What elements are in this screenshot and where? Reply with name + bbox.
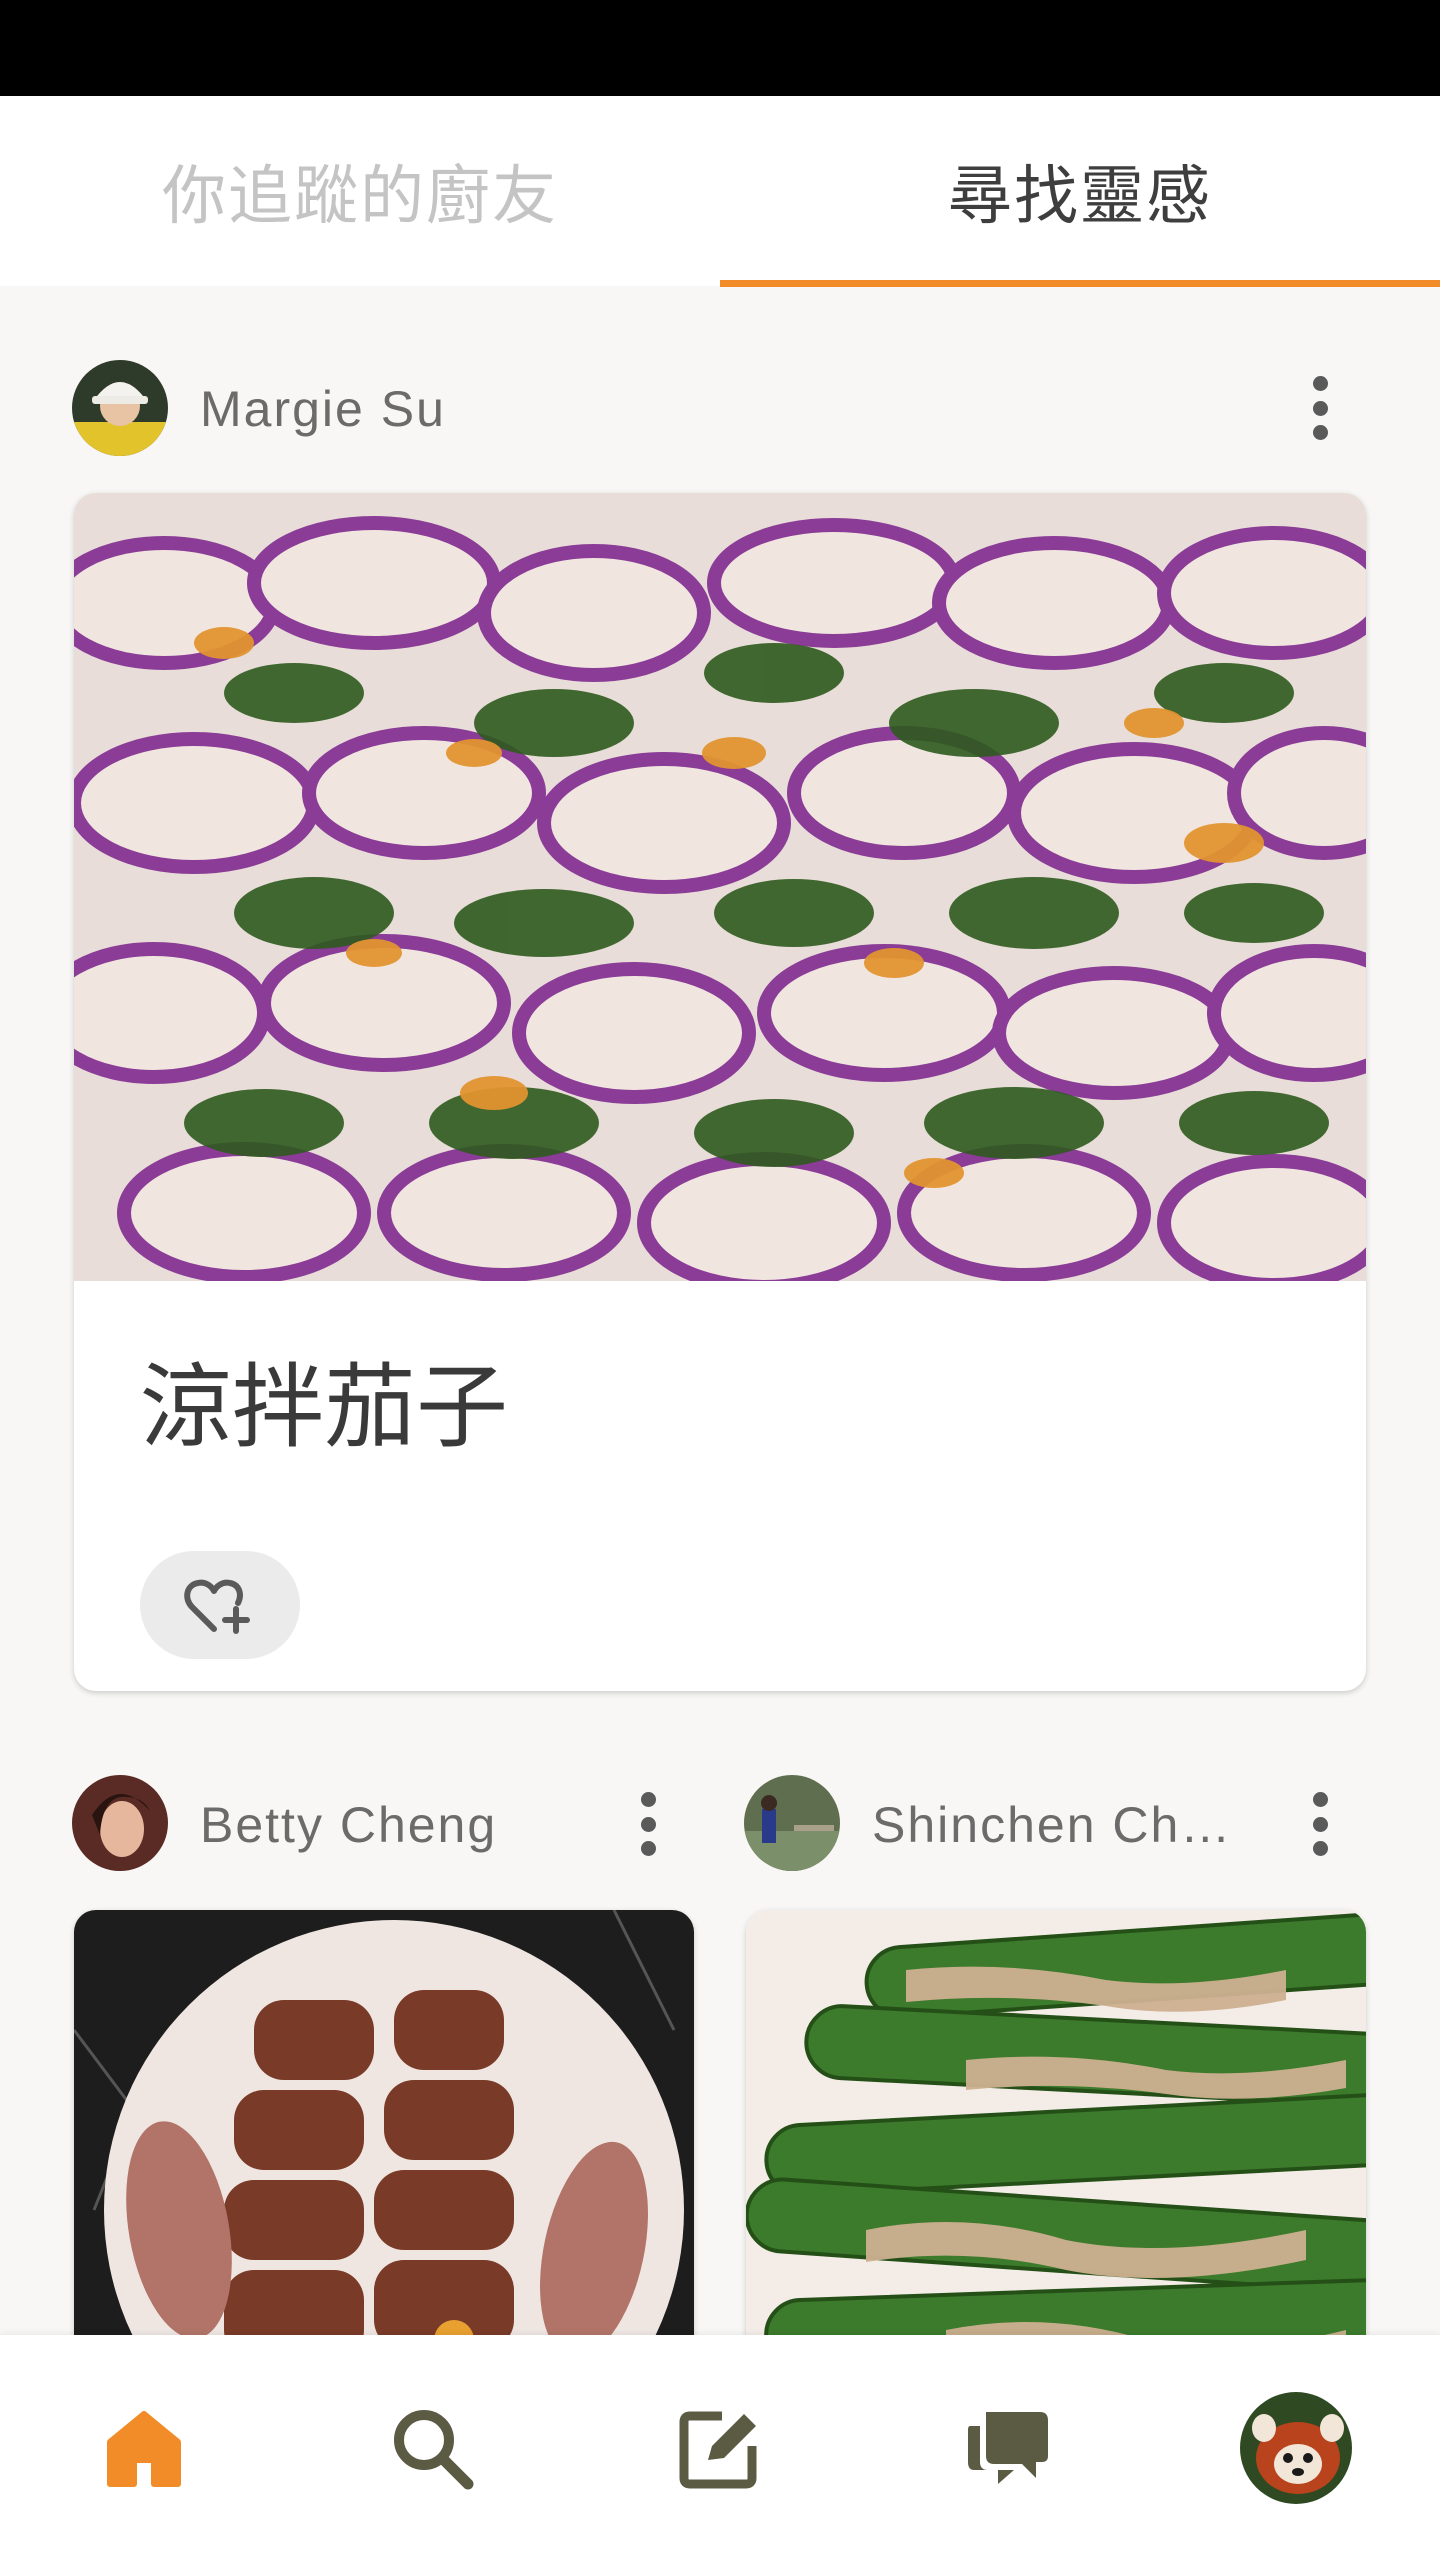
tab-bar: 你追蹤的廚友 尋找靈感	[0, 96, 1440, 286]
avatar[interactable]	[72, 1775, 168, 1871]
tab-indicator	[720, 280, 1440, 287]
bottom-navigation	[0, 2335, 1440, 2560]
author-name[interactable]: Shinchen Ch…	[872, 1796, 1232, 1854]
avatar[interactable]	[744, 1775, 840, 1871]
tab-following[interactable]: 你追蹤的廚友	[0, 96, 720, 286]
heart-plus-icon	[184, 1579, 250, 1634]
edit-icon	[679, 2411, 757, 2488]
nav-search[interactable]	[352, 2335, 512, 2560]
nav-messages[interactable]	[928, 2335, 1088, 2560]
recipe-photo	[74, 493, 1366, 1281]
tab-inspiration[interactable]: 尋找靈感	[720, 96, 1440, 286]
nav-home[interactable]	[64, 2335, 224, 2560]
author-name[interactable]: Margie Su	[200, 380, 446, 438]
save-recipe-button[interactable]	[140, 1551, 300, 1659]
author-name[interactable]: Betty Cheng	[200, 1796, 497, 1854]
search-icon	[394, 2409, 474, 2489]
recipe-title[interactable]: 涼拌茄子	[140, 1333, 508, 1466]
more-options-icon[interactable]	[1310, 1792, 1330, 1856]
avatar[interactable]	[72, 360, 168, 456]
nav-profile[interactable]	[1216, 2335, 1376, 2560]
nav-create[interactable]	[640, 2335, 800, 2560]
chat-icon	[968, 2411, 1048, 2484]
status-bar	[0, 0, 1440, 96]
home-icon	[107, 2410, 181, 2487]
more-options-icon[interactable]	[638, 1792, 658, 1856]
recipe-card[interactable]: 涼拌茄子	[74, 493, 1366, 1691]
more-options-icon[interactable]	[1310, 376, 1330, 440]
profile-avatar	[1240, 2391, 1352, 2504]
